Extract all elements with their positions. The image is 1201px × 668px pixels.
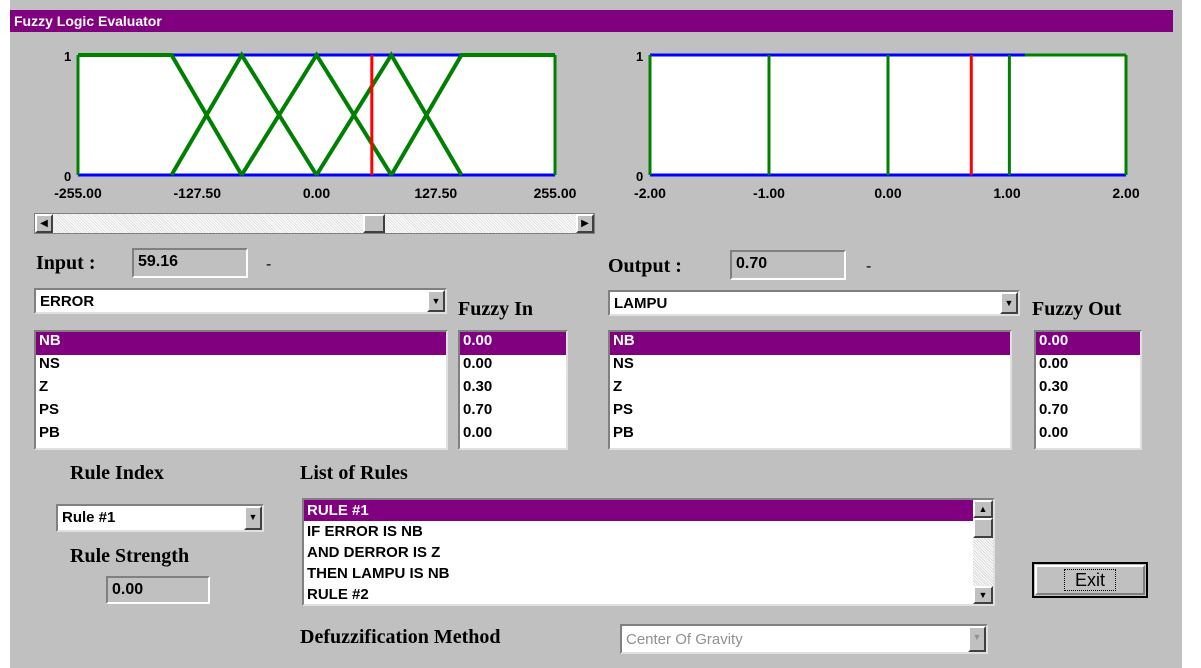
rule-line[interactable]: AND DERROR IS Z [304, 542, 973, 563]
list-item[interactable]: 0.70 [460, 401, 566, 424]
list-item[interactable]: 0.00 [1036, 332, 1140, 355]
list-item[interactable]: PB [36, 424, 446, 447]
output-variable-value: LAMPU [614, 295, 668, 312]
list-item[interactable]: Z [610, 378, 1010, 401]
fuzzy-in-label: Fuzzy In [458, 298, 533, 320]
list-item[interactable]: 0.70 [1036, 401, 1140, 424]
output-sets-list[interactable]: NB NS Z PS PB [608, 330, 1012, 450]
x-tick-label: -1.00 [753, 185, 785, 201]
y-tick-label: 0 [636, 169, 643, 184]
exit-button-label: Exit [1063, 569, 1116, 591]
list-item[interactable]: 0.00 [1036, 355, 1140, 378]
list-item[interactable]: 0.00 [460, 355, 566, 378]
fuzzy-in-values-list[interactable]: 0.00 0.00 0.30 0.70 0.00 [458, 330, 568, 450]
input-slider[interactable]: ◀ ▶ [34, 213, 595, 234]
y-tick-label: 1 [636, 49, 643, 64]
rule-strength-value: 0.00 [106, 576, 210, 604]
x-tick-label: 2.00 [1112, 185, 1139, 201]
x-tick-label: 0.00 [303, 185, 330, 201]
output-membership-chart: 1 0-2.00 -1.00 0.00 1.00 2.00 [634, 49, 1140, 201]
scroll-down-icon[interactable]: ▼ [973, 586, 993, 604]
slider-thumb[interactable] [362, 214, 385, 233]
rule-line[interactable]: RULE #2 [304, 584, 973, 604]
plot-area [78, 55, 555, 175]
x-tick-label: -127.50 [174, 185, 222, 201]
list-item[interactable]: NS [610, 355, 1010, 378]
chevron-down-icon[interactable]: ▼ [968, 626, 986, 652]
output-variable-select[interactable]: LAMPU ▼ [608, 290, 1020, 316]
chevron-down-icon[interactable]: ▼ [427, 290, 445, 312]
rule-line[interactable]: IF ERROR IS NB [304, 521, 973, 542]
chevron-down-icon[interactable]: ▼ [1000, 292, 1018, 314]
rules-scrollbar[interactable]: ▲ ▼ [973, 500, 993, 604]
defuzzification-select[interactable]: Center Of Gravity ▼ [620, 624, 988, 654]
x-tick-label: -2.00 [634, 185, 666, 201]
slider-right-arrow-icon[interactable]: ▶ [576, 214, 594, 233]
input-dash: - [266, 256, 272, 273]
input-sets-list[interactable]: NB NS Z PS PB [34, 330, 448, 450]
list-of-rules-label: List of Rules [300, 462, 408, 484]
x-tick-label: 127.50 [414, 185, 457, 201]
list-item[interactable]: PS [610, 401, 1010, 424]
fuzzy-out-label: Fuzzy Out [1032, 298, 1122, 320]
input-variable-select[interactable]: ERROR ▼ [34, 288, 447, 314]
x-tick-label: -255.00 [54, 185, 102, 201]
rule-line[interactable]: THEN LAMPU IS NB [304, 563, 973, 584]
input-label: Input : [36, 252, 96, 274]
list-item[interactable]: 0.00 [460, 332, 566, 355]
chevron-down-icon[interactable]: ▼ [244, 506, 262, 530]
rules-list[interactable]: RULE #1 IF ERROR IS NB AND DERROR IS Z THEN… [302, 498, 995, 606]
list-item[interactable]: 0.00 [460, 424, 566, 447]
defuzzification-value: Center Of Gravity [626, 631, 743, 648]
y-tick-label: 1 [64, 49, 71, 64]
list-item[interactable]: PB [610, 424, 1010, 447]
x-tick-label: 1.00 [993, 185, 1020, 201]
exit-button[interactable]: Exit [1032, 562, 1148, 598]
list-item[interactable]: 0.30 [460, 378, 566, 401]
list-item[interactable]: 0.30 [1036, 378, 1140, 401]
list-item[interactable]: NB [610, 332, 1010, 355]
output-label: Output : [608, 255, 682, 277]
input-membership-chart: 1 0-255.00 -127.50 0.00 127.50 255.00 [54, 49, 577, 201]
list-item[interactable]: 0.00 [1036, 424, 1140, 447]
fuzzy-out-values-list[interactable]: 0.00 0.00 0.30 0.70 0.00 [1034, 330, 1142, 450]
y-tick-label: 0 [64, 169, 71, 184]
window-title: Fuzzy Logic Evaluator [10, 10, 1173, 32]
output-value: 0.70 [730, 250, 846, 280]
input-value: 59.16 [132, 248, 248, 278]
rule-index-value: Rule #1 [62, 509, 116, 526]
slider-left-arrow-icon[interactable]: ◀ [35, 214, 53, 233]
list-item[interactable]: Z [36, 378, 446, 401]
list-item[interactable]: PS [36, 401, 446, 424]
scroll-thumb[interactable] [973, 518, 993, 538]
rule-index-select[interactable]: Rule #1 ▼ [56, 504, 264, 532]
input-variable-value: ERROR [40, 293, 95, 310]
defuzzification-label: Defuzzification Method [300, 626, 501, 648]
x-tick-label: 0.00 [874, 185, 901, 201]
main-window: Fuzzy Logic Evaluator 1 0 -255.00 -127.50 0.… [10, 0, 1182, 668]
rule-index-label: Rule Index [70, 462, 164, 484]
list-item[interactable]: NS [36, 355, 446, 378]
rule-line[interactable]: RULE #1 [304, 500, 973, 521]
list-item[interactable]: NB [36, 332, 446, 355]
output-dash: - [866, 258, 872, 275]
x-tick-label: 255.00 [534, 185, 577, 201]
scroll-up-icon[interactable]: ▲ [973, 500, 993, 518]
rule-strength-label: Rule Strength [70, 545, 190, 567]
